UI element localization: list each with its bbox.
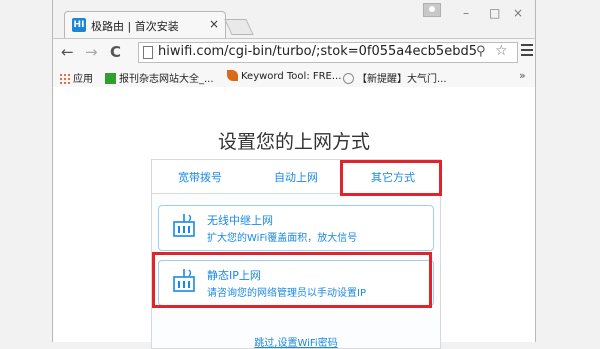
option-description: 扩大您的WiFi覆盖面积，放大信号	[207, 233, 358, 244]
bookmark-label: 【新提醒】大气门...	[357, 74, 447, 85]
new-tab-button[interactable]	[224, 19, 254, 35]
address-bar[interactable]: hiwifi.com/cgi-bin/turbo/;stok=0f055a4ec…	[138, 42, 518, 63]
zoom-icon[interactable]: ⚲	[476, 44, 486, 59]
page-title: 设置您的上网方式	[217, 131, 370, 153]
hiwifi-favicon-icon: HI	[72, 18, 86, 32]
menu-icon[interactable]	[521, 44, 533, 56]
url-text[interactable]: hiwifi.com/cgi-bin/turbo/;stok=0f055a4ec…	[158, 44, 476, 59]
browser-tab[interactable]: HI 极路由 | 首次安装 ×	[64, 11, 226, 38]
title-bar: HI 极路由 | 首次安装 × – □ ×	[53, 0, 535, 38]
option-title: 无线中继上网	[207, 214, 273, 227]
bookmarks-more-icon[interactable]: »	[519, 69, 526, 82]
apps-grid-icon	[59, 73, 70, 84]
tab-close-icon[interactable]: ×	[209, 17, 219, 31]
bookmark-apps[interactable]: 应用	[59, 70, 93, 85]
highlight-other-tab	[340, 160, 442, 196]
bookmark-label: 报刊杂志网站大全_...	[119, 74, 214, 85]
user-profile-icon[interactable]	[423, 3, 441, 17]
minimize-button[interactable]: –	[463, 6, 469, 20]
forward-button[interactable]: →	[85, 44, 98, 60]
option-wireless-repeater[interactable]: 无线中继上网 扩大您的WiFi覆盖面积，放大信号	[158, 205, 434, 251]
highlight-static-ip	[152, 252, 432, 308]
page-icon	[143, 46, 153, 59]
bookmark-star-icon[interactable]: ☆	[495, 43, 508, 59]
maximize-button[interactable]: □	[489, 6, 500, 20]
bookmark-label: Keyword Tool: FRE...	[241, 71, 342, 82]
tab-pppoe[interactable]: 宽带拨号	[178, 169, 222, 185]
wordpress-style-icon	[343, 73, 354, 84]
back-button[interactable]: ←	[61, 44, 74, 60]
browser-toolbar: ← → C hiwifi.com/cgi-bin/turbo/;stok=0f0…	[53, 38, 535, 67]
keyword-tool-icon	[227, 70, 238, 81]
setup-panel: 宽带拨号 自动上网 其它方式 无线中继上网 扩大您的WiFi覆盖面积，放大信号	[151, 159, 442, 349]
tab-title: 极路由 | 首次安装	[91, 20, 179, 33]
bookmark-keyword-tool[interactable]: Keyword Tool: FRE...	[227, 70, 341, 82]
bookmark-label: 应用	[73, 74, 93, 85]
page-content: 设置您的上网方式 宽带拨号 自动上网 其它方式 无线中继上网 扩大您的WiFi覆…	[53, 87, 535, 349]
bookmarks-bar: 应用 报刊杂志网站大全_... Keyword Tool: FRE... 【新提…	[53, 66, 535, 88]
reload-button[interactable]: C	[110, 44, 121, 60]
bookmark-reminder[interactable]: 【新提醒】大气门...	[343, 70, 447, 85]
browser-window: HI 极路由 | 首次安装 × – □ × ← → C hiwifi.com/c…	[52, 0, 536, 349]
tab-dhcp[interactable]: 自动上网	[274, 169, 318, 185]
close-window-button[interactable]: ×	[513, 6, 523, 20]
bookmark-magazine[interactable]: 报刊杂志网站大全_...	[105, 70, 214, 85]
router-icon	[173, 214, 195, 237]
green-site-icon	[105, 73, 116, 84]
